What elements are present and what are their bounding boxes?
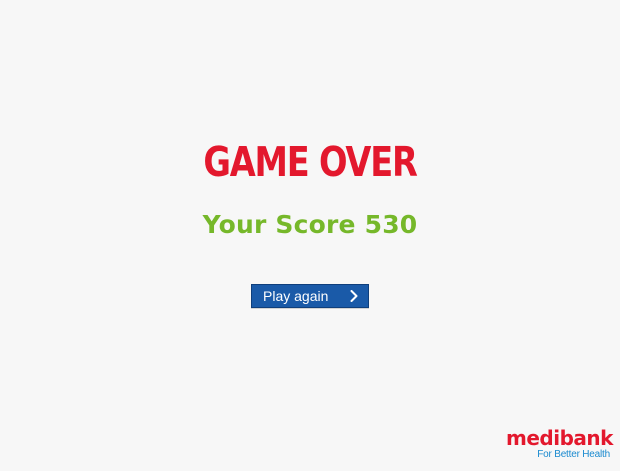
medibank-logo: medibank For Better Health: [506, 426, 613, 462]
logo-wordmark: medibank: [506, 426, 613, 450]
game-over-title: GAME OVER: [203, 138, 417, 186]
play-again-button[interactable]: Play again: [251, 284, 369, 308]
game-over-screen: GAME OVER Your Score 530 Play again medi…: [0, 0, 620, 471]
logo-tagline: For Better Health: [537, 449, 610, 460]
chevron-right-icon: [348, 288, 360, 304]
play-again-label: Play again: [263, 288, 329, 304]
score-text: Your Score 530: [202, 210, 418, 239]
